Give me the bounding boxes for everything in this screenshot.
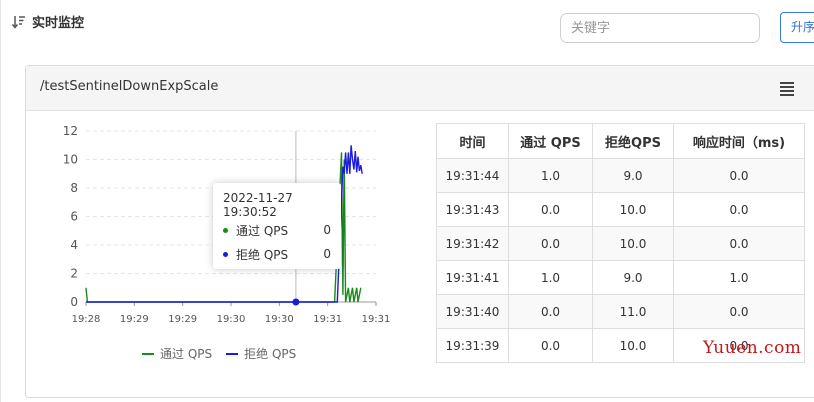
y-tick-label: 6 <box>70 210 78 224</box>
tooltip-row-block: 拒绝 QPS 0 <box>223 242 331 266</box>
cell-pass-qps: 1.0 <box>508 260 593 295</box>
cell-block-qps: 9.0 <box>592 158 674 193</box>
table-row: 19:31:40 0.0 11.0 0.0 <box>436 294 805 329</box>
table-row: 19:31:44 1.0 9.0 0.0 <box>436 158 805 193</box>
cell-pass-qps: 1.0 <box>508 158 593 193</box>
resource-title: /testSentinelDownExpScale <box>40 79 219 94</box>
y-tick-label: 10 <box>63 153 78 167</box>
sort-desc-icon <box>12 15 26 29</box>
legend-swatch-pass <box>142 352 154 355</box>
search-input[interactable] <box>560 13 760 43</box>
cell-block-qps: 10.0 <box>592 192 674 227</box>
column-header-block-qps: 拒绝QPS <box>592 123 674 159</box>
header: 实时监控 <box>12 12 84 31</box>
table-header-row: 时间 通过 QPS 拒绝QPS 响应时间（ms) <box>436 123 805 159</box>
cell-pass-qps: 0.0 <box>508 328 593 363</box>
cell-block-qps: 9.0 <box>592 260 674 295</box>
hover-point <box>292 298 300 306</box>
cell-time: 19:31:41 <box>436 260 509 295</box>
cell-time: 19:31:43 <box>436 192 509 227</box>
cell-rt: 1.0 <box>673 260 805 295</box>
tooltip-row-pass: 通过 QPS 0 <box>223 218 331 242</box>
x-tick-label: 19:30 <box>265 314 294 325</box>
x-tick-label: 19:29 <box>168 314 197 325</box>
tooltip-dot-block <box>223 251 228 257</box>
y-tick-label: 4 <box>70 238 78 252</box>
x-tick-label: 19:28 <box>72 314 101 325</box>
legend-label-pass: 通过 QPS <box>160 347 213 361</box>
y-tick-label: 8 <box>70 181 78 195</box>
table-row: 19:31:43 0.0 10.0 0.0 <box>436 192 805 227</box>
cell-block-qps: 10.0 <box>592 328 674 363</box>
y-tick-label: 0 <box>70 295 78 309</box>
legend-item-block[interactable]: 拒绝 QPS <box>226 345 296 362</box>
legend-swatch-block <box>226 352 239 355</box>
y-tick-label: 2 <box>70 267 78 281</box>
cell-block-qps: 11.0 <box>592 294 674 329</box>
cell-rt: 0.0 <box>673 192 805 227</box>
column-header-pass-qps: 通过 QPS <box>508 123 593 159</box>
cell-time: 19:31:42 <box>436 226 509 261</box>
panel-header: /testSentinelDownExpScale <box>26 66 814 111</box>
tooltip-date: 2022-11-27 19:30:52 <box>223 191 293 219</box>
x-tick-label: 19:29 <box>120 314 149 325</box>
table-body: 19:31:44 1.0 9.0 0.0 19:31:43 0.0 10.0 0.0 19:31… <box>436 158 805 363</box>
cell-block-qps: 10.0 <box>592 226 674 261</box>
column-header-rt: 响应时间（ms) <box>673 123 805 159</box>
cell-pass-qps: 0.0 <box>508 192 593 227</box>
tooltip-value-pass: 0 <box>323 223 331 237</box>
table-row: 19:31:42 0.0 10.0 0.0 <box>436 226 805 261</box>
sort-button[interactable]: 升序 <box>780 12 814 43</box>
cell-time: 19:31:40 <box>436 294 509 329</box>
legend-label-block: 拒绝 QPS <box>244 347 297 361</box>
column-header-time: 时间 <box>436 123 509 159</box>
hamburger-menu-icon[interactable] <box>780 82 794 96</box>
cell-time: 19:31:44 <box>436 158 509 193</box>
tooltip-dot-pass <box>223 227 228 233</box>
cell-time: 19:31:39 <box>436 328 509 363</box>
tooltip-label-block: 拒绝 QPS <box>236 247 289 262</box>
table-row: 19:31:41 1.0 9.0 1.0 <box>436 260 805 295</box>
tooltip-value-block: 0 <box>323 247 331 261</box>
cell-pass-qps: 0.0 <box>508 226 593 261</box>
x-tick-label: 19:30 <box>217 314 246 325</box>
chart-legend: 通过 QPS 拒绝 QPS <box>142 345 296 362</box>
tooltip-label-pass: 通过 QPS <box>236 223 289 238</box>
x-tick-label: 19:31 <box>313 314 342 325</box>
page-title: 实时监控 <box>32 16 85 31</box>
metrics-table: 时间 通过 QPS 拒绝QPS 响应时间（ms) 19:31:44 1.0 9.0 0… <box>436 123 805 363</box>
cell-rt: 0.0 <box>673 158 805 193</box>
cell-rt: 0.0 <box>673 294 805 329</box>
y-tick-label: 12 <box>63 124 78 138</box>
cell-rt: 0.0 <box>673 226 805 261</box>
x-tick-label: 19:31 <box>362 314 391 325</box>
watermark: Yuuen.com <box>703 338 802 358</box>
cell-pass-qps: 0.0 <box>508 294 593 329</box>
chart-tooltip: 2022-11-27 19:30:52 通过 QPS 0 拒绝 QPS 0 <box>213 183 341 269</box>
legend-item-pass[interactable]: 通过 QPS <box>142 345 212 362</box>
